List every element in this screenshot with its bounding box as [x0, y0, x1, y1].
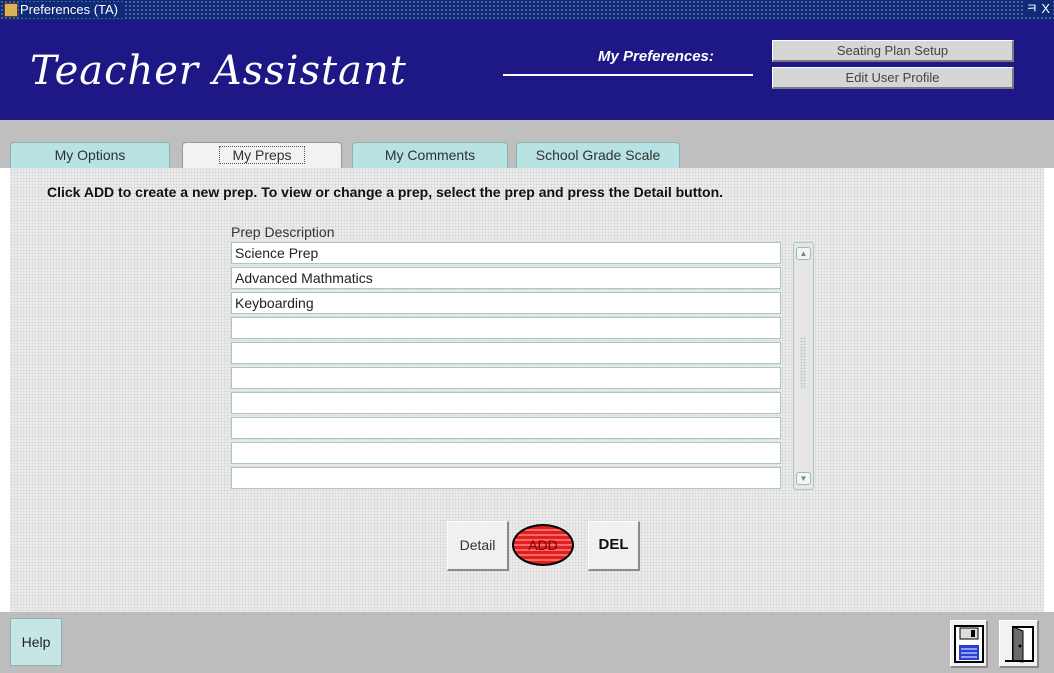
exit-button[interactable]	[999, 620, 1039, 668]
prep-row[interactable]: Science Prep	[231, 242, 781, 264]
title-bar: Preferences (TA) ㅋ X	[0, 0, 1054, 20]
tab-school-grade-scale[interactable]: School Grade Scale	[516, 142, 680, 168]
prep-row[interactable]	[231, 467, 781, 489]
tab-strip: My Options My Preps My Comments School G…	[0, 120, 1054, 168]
seating-plan-setup-button[interactable]: Seating Plan Setup	[772, 40, 1014, 62]
prep-description-header: Prep Description	[231, 224, 335, 240]
add-button-label: ADD	[512, 524, 574, 566]
arrow-up-icon[interactable]: ▲	[796, 247, 811, 260]
scroll-thumb[interactable]	[800, 337, 806, 389]
window-title: Preferences (TA)	[20, 2, 125, 18]
prep-list: Science Prep Advanced Mathmatics Keyboar…	[231, 242, 781, 492]
prep-row[interactable]	[231, 442, 781, 464]
detail-button[interactable]: Detail	[447, 521, 509, 571]
help-button[interactable]: Help	[10, 618, 62, 666]
instructions-text: Click ADD to create a new prep. To view …	[47, 184, 724, 200]
prep-row[interactable]	[231, 342, 781, 364]
preferences-label: My Preferences:	[598, 48, 714, 65]
tab-my-preps-label: My Preps	[219, 146, 305, 164]
arrow-down-icon[interactable]: ▼	[796, 472, 811, 485]
window-controls[interactable]: ㅋ X	[1023, 1, 1052, 17]
exit-door-icon	[1005, 626, 1034, 663]
prep-row[interactable]	[231, 367, 781, 389]
floppy-disk-icon	[954, 625, 984, 663]
add-button[interactable]: ADD	[509, 521, 589, 571]
app-header: Teacher Assistant My Preferences: Seatin…	[0, 20, 1054, 120]
del-button[interactable]: DEL	[588, 521, 640, 571]
tab-my-preps[interactable]: My Preps	[182, 142, 342, 168]
app-name: Teacher Assistant	[30, 48, 407, 94]
save-button[interactable]	[950, 620, 988, 668]
tab-my-comments[interactable]: My Comments	[352, 142, 508, 168]
prep-list-scrollbar[interactable]: ▲ ▼	[793, 242, 814, 490]
prep-row[interactable]: Keyboarding	[231, 292, 781, 314]
edit-user-profile-button[interactable]: Edit User Profile	[772, 67, 1014, 89]
prep-row[interactable]	[231, 392, 781, 414]
prep-row[interactable]	[231, 417, 781, 439]
prep-row[interactable]: Advanced Mathmatics	[231, 267, 781, 289]
header-divider	[503, 74, 753, 76]
tab-my-options[interactable]: My Options	[10, 142, 170, 168]
app-icon	[4, 3, 18, 17]
footer-bar: Help	[0, 612, 1054, 673]
prep-row[interactable]	[231, 317, 781, 339]
prep-panel: Click ADD to create a new prep. To view …	[10, 168, 1044, 612]
